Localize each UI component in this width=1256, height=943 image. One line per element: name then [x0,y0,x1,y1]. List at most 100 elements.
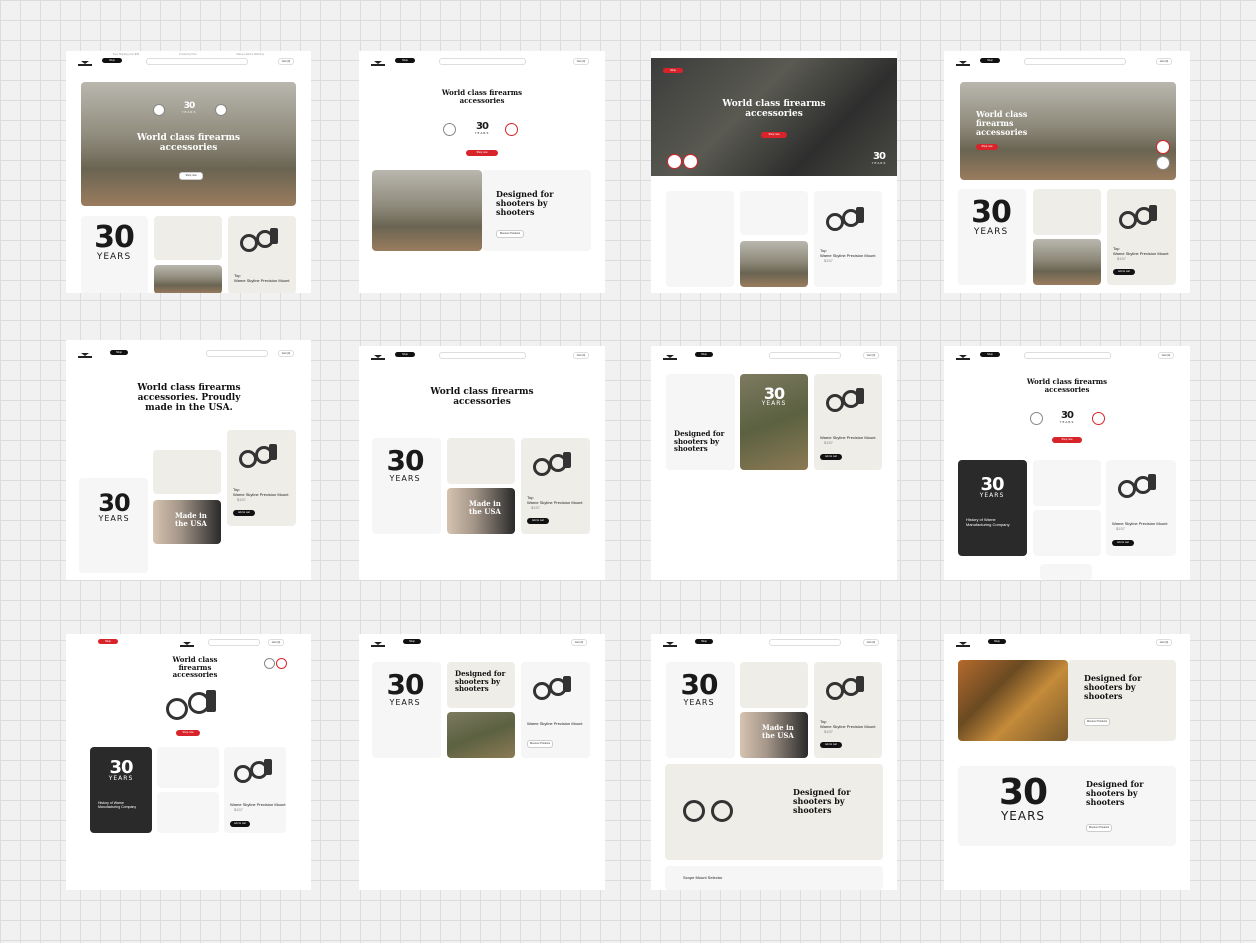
product-info: Top Warne Skyline Precision Mount $157 [1113,246,1169,261]
search-input[interactable] [206,350,268,357]
cart-button[interactable]: Cart (0) [863,639,879,646]
shop-button[interactable]: Shop [988,639,1006,644]
discover-button[interactable]: Discover Products [1086,824,1112,832]
search-input[interactable] [439,58,526,65]
hero-title: World class firearms accessories. Proudl… [137,383,241,413]
search-input[interactable] [1024,352,1111,359]
cart-button[interactable]: Cart (0) [863,352,879,359]
add-to-cart-button[interactable]: Add to cart [820,742,842,748]
shop-button[interactable]: Shop [98,639,118,644]
shop-button[interactable]: Shop [110,350,128,355]
logo[interactable] [371,642,385,648]
hero-cta[interactable]: Shop now [176,730,200,736]
hero-cta[interactable]: Shop now [466,150,498,156]
thumb-image [447,712,515,758]
hero-cta[interactable]: Shop now [761,132,787,138]
search-input[interactable] [1024,58,1126,65]
empty-tile [1033,460,1101,506]
scope-mount-image [234,757,274,787]
shop-button[interactable]: Shop [695,639,713,644]
logo[interactable] [663,355,677,361]
hero-image: 30 YEARS World class firearms accessories… [81,82,296,206]
hero-cta[interactable]: Shop now [1052,437,1082,443]
add-to-cart-button[interactable]: Add to cart [1113,269,1135,275]
made-usa-text: Made in the USA [762,723,794,740]
search-input[interactable] [208,639,260,646]
shop-button[interactable]: Shop [395,352,415,357]
add-to-cart-button[interactable]: Add to cart [233,510,255,516]
nav-bar: Shop Cart (0) [66,350,311,364]
discover-button[interactable]: Discover Products [496,230,524,238]
shop-button[interactable]: Shop [102,58,122,63]
hero-cta[interactable]: Shop now [179,172,203,180]
product-info: Top Warne Skyline Precision Mount $157 [527,495,583,510]
thirty-tile: 30 YEARS [372,438,441,534]
cart-button[interactable]: Cart (0) [1156,58,1172,65]
mockup-card-10: Shop Cart (0) 30 YEARS Designed for shoot… [359,634,605,890]
search-input[interactable] [146,58,248,65]
add-to-cart-button[interactable]: Add to cart [1112,540,1134,546]
thirty-years-logo: 30 YEARS [1059,410,1075,424]
cart-button[interactable]: Cart (0) [573,58,589,65]
search-input[interactable] [439,352,526,359]
scope-selector-title: Scope Mount Selector [683,875,723,880]
thirty-years-logo: 30 YEARS [971,195,1012,237]
logo[interactable] [956,355,970,361]
shop-button[interactable]: Shop [695,352,713,357]
award-badge [1156,156,1170,170]
search-input[interactable] [769,352,841,359]
cart-button[interactable]: Cart (0) [278,350,294,357]
search-input[interactable] [769,639,841,646]
cart-button[interactable]: Cart (0) [278,58,294,65]
hero-title: World class firearms accessories [136,133,241,153]
nav-bar: Shop Cart (0) [359,58,605,72]
shop-button[interactable]: Shop [663,68,683,73]
logo[interactable] [371,61,385,67]
product-tile: Warne Skyline Precision Mount Discover P… [521,662,590,758]
cart-button[interactable]: Cart (0) [573,352,589,359]
shop-button[interactable]: Shop [403,639,421,644]
logo[interactable] [78,353,92,359]
product-info: Top Warne Skyline Precision Mount $157 [820,719,876,734]
cart-button[interactable]: Cart (0) [268,639,284,646]
shop-button[interactable]: Shop [980,352,1000,357]
shop-button[interactable]: Shop [395,58,415,63]
cart-button[interactable]: Cart (0) [1156,639,1172,646]
logo[interactable] [180,642,194,648]
logo[interactable] [956,61,970,67]
logo[interactable] [78,61,92,67]
award-badge [1030,412,1043,425]
hero-cta[interactable]: Shop now [976,144,998,150]
product-tile: Top Warne Skyline Precision Mount $157 [814,191,882,287]
scope-mount-image [683,788,743,828]
thirty-years-logo: 30 YEARS [998,772,1048,824]
discover-button[interactable]: Discover Products [527,740,553,748]
logo[interactable] [663,642,677,648]
product-tile: Top Warne Skyline Precision Mount $157 Add… [814,662,882,758]
mockup-card-2: Shop Cart (0) World class firearms acces… [359,51,605,293]
logo[interactable] [371,355,385,361]
add-to-cart-button[interactable]: Add to cart [230,821,250,827]
thirty-years-logo: 30 YEARS [108,757,134,783]
award-badge [1092,412,1105,425]
cart-button[interactable]: Cart (0) [1158,352,1174,359]
shop-button[interactable]: Shop [980,58,1000,63]
add-to-cart-button[interactable]: Add to cart [527,518,549,524]
feature-tile: Designed for shooters by shooters [447,662,515,708]
scope-mount-image [533,674,573,704]
hero-image: Shop World class firearms accessories Sh… [651,58,897,176]
scope-mount-image [1118,472,1158,502]
empty-tile [153,450,221,494]
empty-tile [1033,189,1101,235]
scope-mount-image [166,686,226,726]
mockup-card-12: Shop Cart (0) Designed for shooters by s… [944,634,1190,890]
thirty-years-logo: 30 YEARS [871,151,887,165]
cart-button[interactable]: Cart (0) [571,639,587,646]
thirty-years-logo: 30 YEARS [181,101,197,114]
feature-image [372,170,482,251]
add-to-cart-button[interactable]: Add to cart [820,454,842,460]
discover-button[interactable]: Discover Products [1084,718,1110,726]
logo[interactable] [956,642,970,648]
thirty-tile: 30 YEARS [958,189,1026,285]
mockup-card-11: Shop Cart (0) 30 YEARS Made in the USA To… [651,634,897,890]
